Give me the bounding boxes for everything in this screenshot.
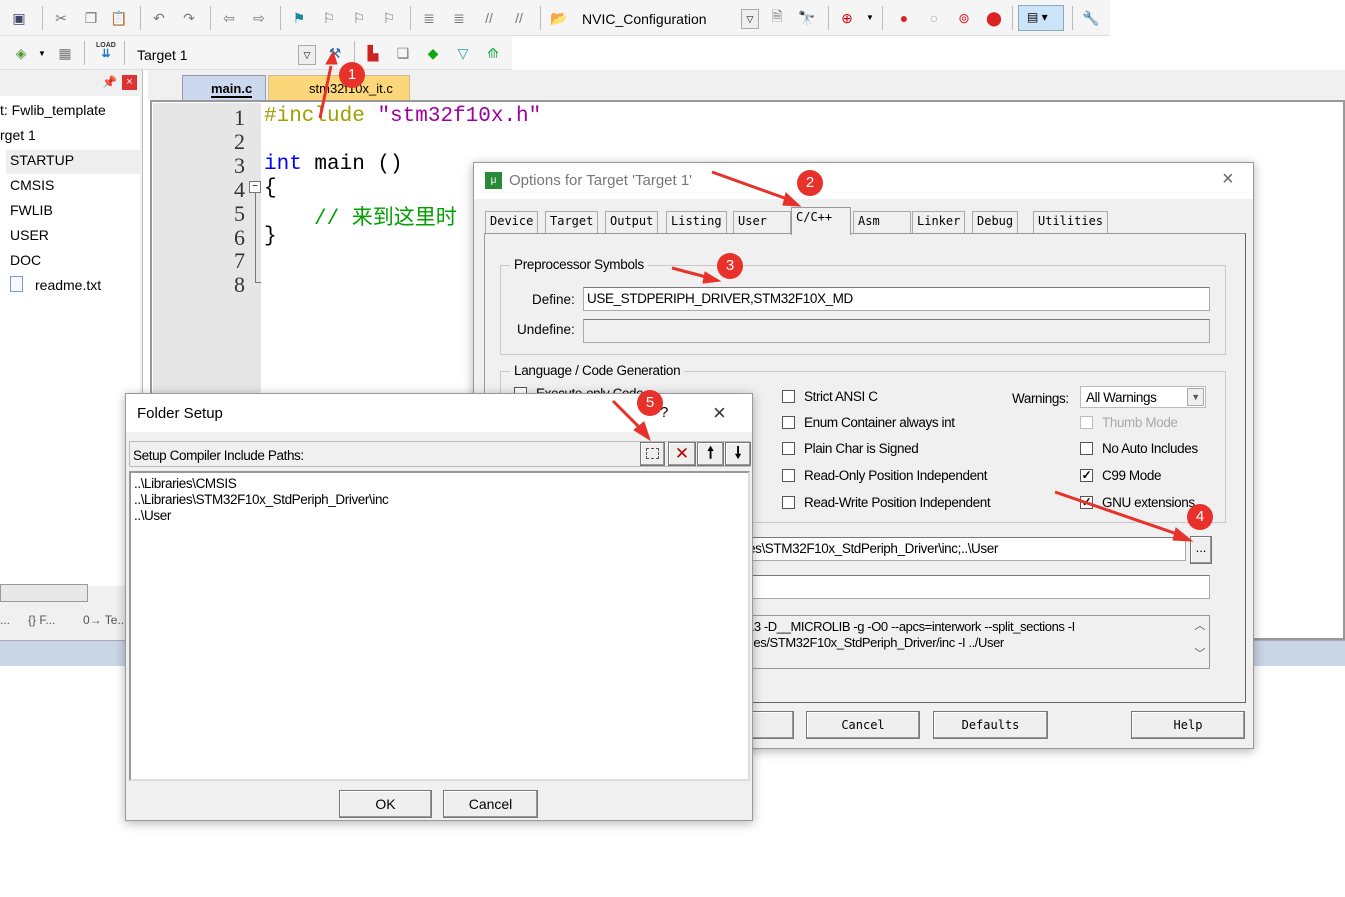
annotation-arrows (318, 50, 1194, 542)
annotation-badge-4: 4 (1187, 504, 1213, 530)
arrow-1 (318, 65, 333, 119)
arrow-5 (611, 399, 642, 430)
tab-cc[interactable]: C/C++ (791, 207, 851, 235)
arrow-2 (711, 170, 791, 202)
arrow-4 (1054, 490, 1181, 537)
arrow-3-head (702, 271, 722, 284)
annotation-badge-5: 5 (637, 390, 663, 416)
annotation-badge-2: 2 (797, 170, 823, 196)
annotation-badge-1: 1 (339, 62, 365, 88)
arrow-4-head (1172, 527, 1194, 542)
annotation-badge-3: 3 (717, 253, 743, 279)
arrow-1-head (325, 50, 338, 65)
arrow-2-head (782, 192, 802, 207)
